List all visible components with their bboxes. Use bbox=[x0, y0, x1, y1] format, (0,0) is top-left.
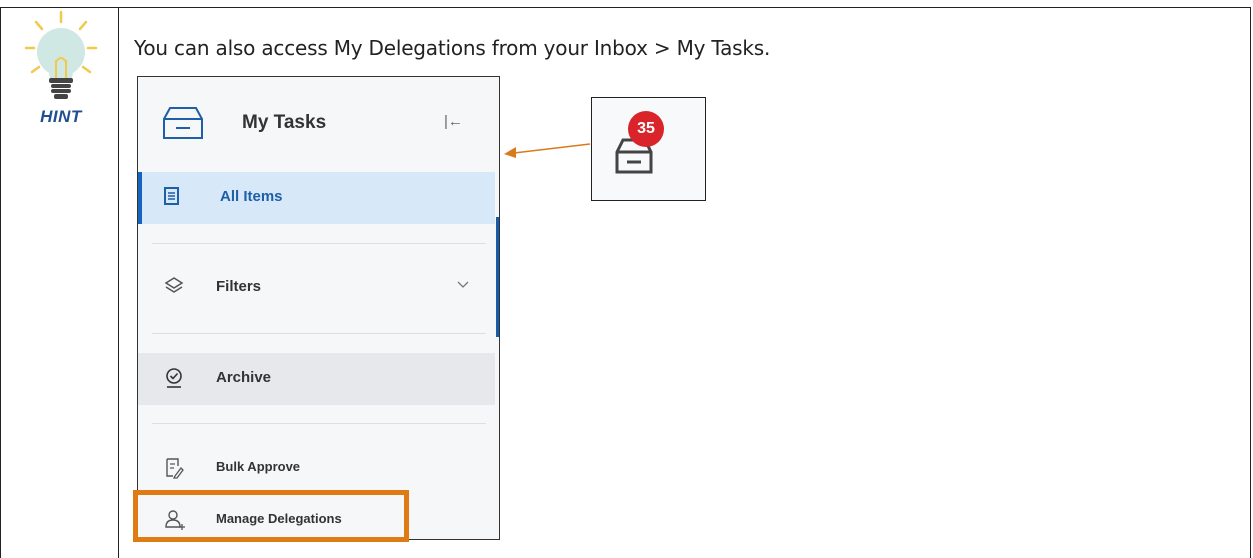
pointer-arrow bbox=[504, 143, 591, 158]
